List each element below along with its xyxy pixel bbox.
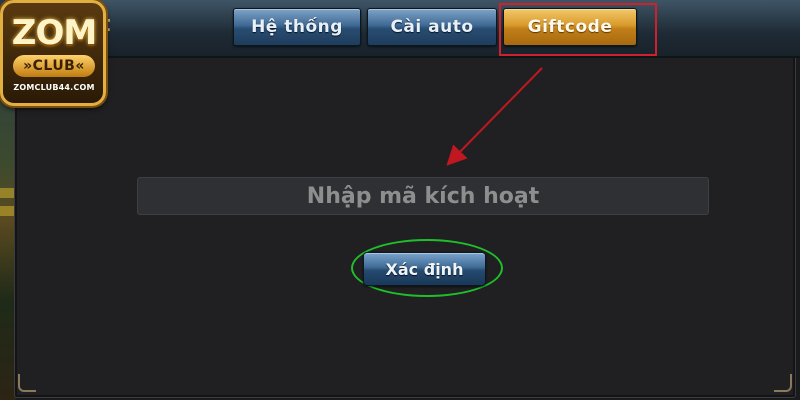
logo-club-badge: »CLUB« <box>13 55 95 77</box>
world-text-fragment <box>0 188 14 198</box>
zomclub-logo: ZOM »CLUB« ZOMCLUB44.COM <box>0 0 106 106</box>
giftcode-input[interactable] <box>137 177 709 215</box>
tab-cai-auto[interactable]: Cài auto <box>367 8 497 46</box>
giftcode-tab-highlight-box <box>499 3 657 56</box>
panel-corner-ornament <box>18 374 36 392</box>
logo-brand-text: ZOM <box>11 13 97 53</box>
panel-corner-ornament <box>774 374 792 392</box>
logo-url-text: ZOMCLUB44.COM <box>13 83 95 92</box>
tab-he-thong[interactable]: Hệ thống <box>233 8 361 46</box>
world-text-fragment <box>0 206 14 216</box>
confirm-button[interactable]: Xác định <box>363 252 486 286</box>
